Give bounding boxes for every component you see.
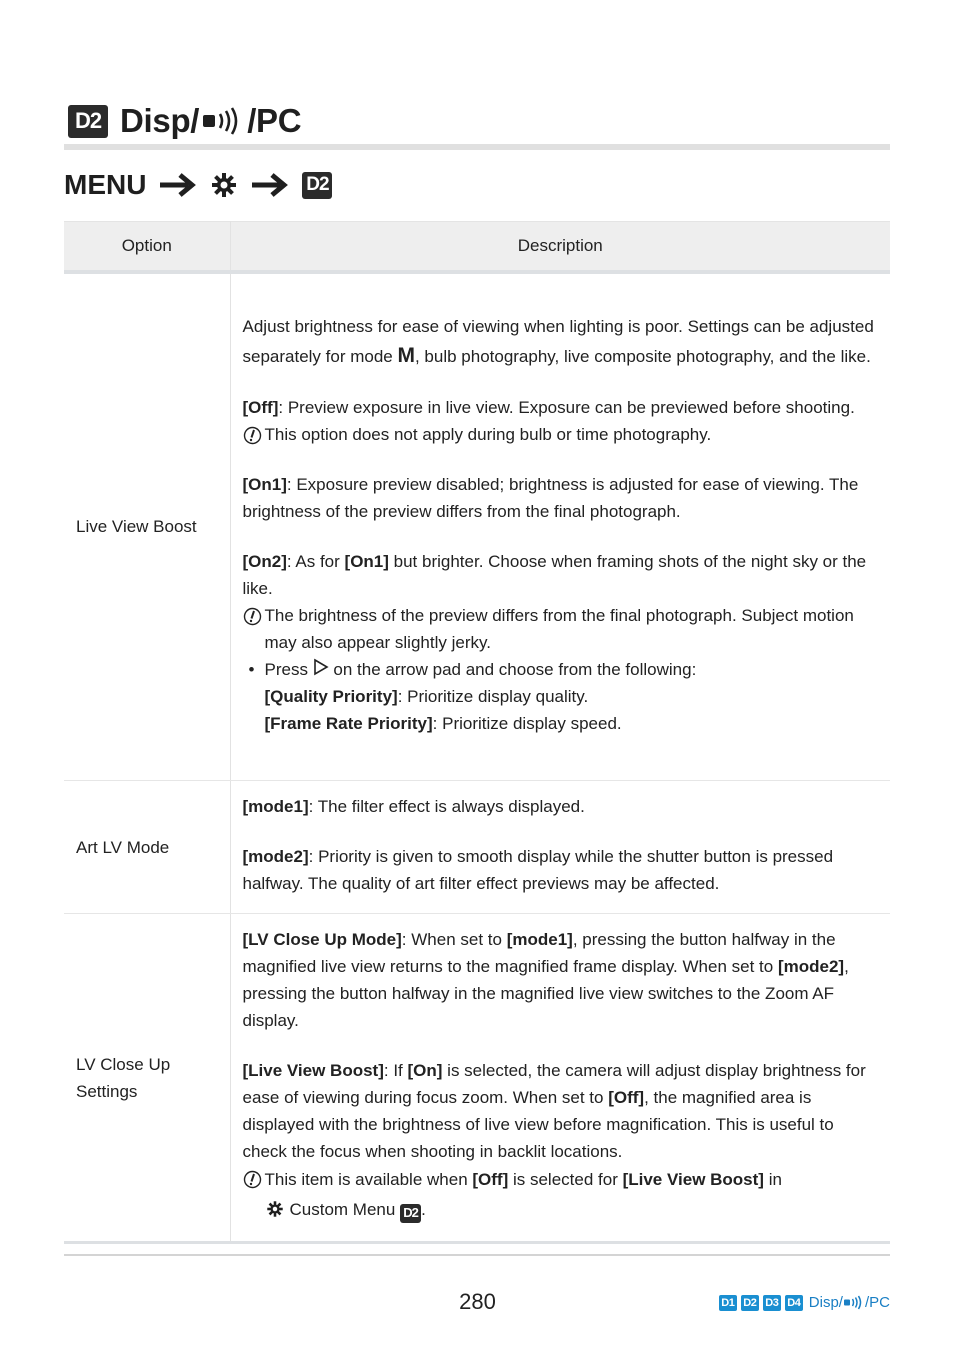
note: The brightness of the preview differs fr… bbox=[243, 602, 881, 656]
d2-badge: D2 bbox=[400, 1203, 422, 1223]
column-header-description: Description bbox=[230, 221, 890, 274]
option-description: Adjust brightness for ease of viewing wh… bbox=[230, 271, 890, 781]
d2-badge: D2 bbox=[68, 104, 108, 138]
caution-icon bbox=[243, 602, 265, 656]
option-name: Art LV Mode bbox=[64, 780, 231, 914]
title-suffix: /PC bbox=[247, 102, 302, 139]
page-number: 280 bbox=[459, 1289, 496, 1314]
gear-icon bbox=[266, 1200, 284, 1218]
sub-option-quality: [Quality Priority]: Prioritize display q… bbox=[264, 687, 589, 707]
setting-mode2: [mode2]: Priority is given to smooth dis… bbox=[242, 847, 834, 893]
nav-tab-d1[interactable]: D1 bbox=[718, 1294, 737, 1311]
nav-tab-d2[interactable]: D2 bbox=[740, 1294, 759, 1311]
nav-tab-d4[interactable]: D4 bbox=[784, 1294, 803, 1311]
caution-icon bbox=[243, 1165, 265, 1225]
page-title: D2 Disp/ /PC bbox=[64, 98, 302, 144]
nav-section-link[interactable]: Disp/ /PC bbox=[809, 1294, 890, 1311]
title-divider bbox=[64, 144, 890, 150]
note: This item is available when [Off] is sel… bbox=[243, 1165, 881, 1225]
options-table: Option Description Live View Boost Adjus… bbox=[64, 221, 890, 1244]
menu-path: MENU D2 bbox=[64, 166, 333, 204]
footer-divider bbox=[64, 1254, 890, 1256]
bullet-icon: • bbox=[248, 660, 255, 680]
bullet-item: • Press on the arrow pad and choose from… bbox=[243, 656, 881, 683]
option-description: [LV Close Up Mode]: When set to [mode1],… bbox=[230, 913, 890, 1244]
arrow-right-icon bbox=[158, 171, 198, 199]
setting-on1: [On1]: Exposure preview disabled; bright… bbox=[242, 475, 859, 522]
note: This option does not apply during bulb o… bbox=[243, 421, 881, 448]
description-intro: Adjust brightness for ease of viewing wh… bbox=[242, 317, 874, 368]
title-prefix: Disp/ bbox=[120, 102, 200, 139]
column-header-option: Option bbox=[64, 221, 231, 274]
caution-icon bbox=[243, 421, 265, 448]
table-row: Art LV Mode [mode1]: The filter effect i… bbox=[64, 780, 890, 914]
footer-nav: D1 D2 D3 D4 Disp/ /PC bbox=[718, 1294, 890, 1311]
wireless-icon bbox=[843, 1295, 865, 1310]
wireless-icon bbox=[201, 106, 245, 136]
setting-on2: [On2]: As for [On1] but brighter. Choose… bbox=[242, 552, 867, 599]
menu-label: MENU bbox=[64, 169, 147, 200]
table-row: Live View Boost Adjust brightness for ea… bbox=[64, 271, 890, 781]
option-name: Live View Boost bbox=[64, 271, 231, 781]
d2-badge: D2 bbox=[302, 171, 333, 199]
mode-m-icon: M bbox=[397, 344, 415, 368]
option-name: LV Close Up Settings bbox=[64, 913, 231, 1244]
setting-mode1: [mode1]: The filter effect is always dis… bbox=[242, 797, 585, 816]
gear-icon bbox=[210, 171, 238, 199]
option-description: [mode1]: The filter effect is always dis… bbox=[230, 780, 890, 914]
arrow-right-icon bbox=[250, 171, 290, 199]
setting-live-view-boost: [Live View Boost]: If [On] is selected, … bbox=[242, 1061, 866, 1161]
setting-off: [Off]: Preview exposure in live view. Ex… bbox=[242, 398, 855, 418]
table-header-row: Option Description bbox=[64, 221, 890, 274]
arrow-pad-right-icon bbox=[313, 658, 329, 676]
table-row: LV Close Up Settings [LV Close Up Mode]:… bbox=[64, 913, 890, 1244]
setting-lv-close-up-mode: [LV Close Up Mode]: When set to [mode1],… bbox=[242, 930, 849, 1030]
nav-tab-d3[interactable]: D3 bbox=[762, 1294, 781, 1311]
sub-option-frame-rate: [Frame Rate Priority]: Prioritize displa… bbox=[264, 714, 622, 734]
